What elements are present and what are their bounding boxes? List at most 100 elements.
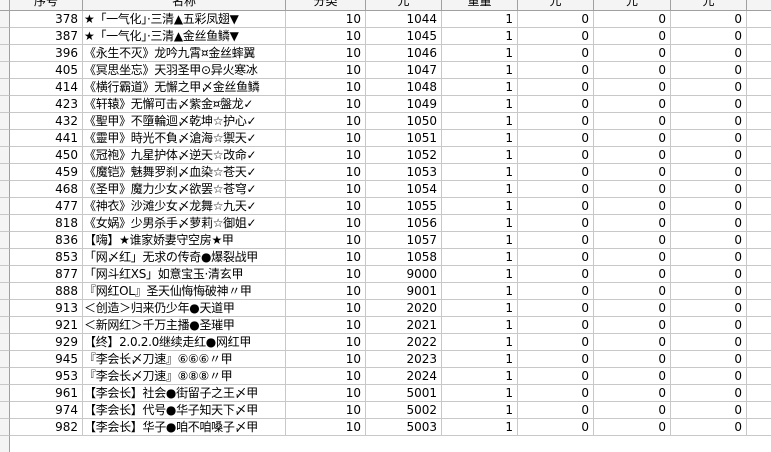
cell-col-4[interactable]: 0 (594, 181, 671, 198)
cell-col-4[interactable]: 0 (594, 11, 671, 28)
cell-col-5[interactable]: 0 (671, 334, 747, 351)
cell-seq[interactable]: 961 (10, 385, 83, 402)
cell-col-6[interactable] (747, 283, 771, 300)
cell-col-5[interactable]: 0 (671, 96, 747, 113)
table-row[interactable]: 836 【嗨】★谁家娇妻守空房★甲 10 1057 1 0 0 0 (0, 232, 771, 249)
cell-col-6[interactable] (747, 368, 771, 385)
table-row[interactable]: 423 《轩辕》无懈可击〆紫金¤盤龙✓ 10 1049 1 0 0 0 (0, 96, 771, 113)
cell-weight[interactable]: 1 (442, 62, 518, 79)
cell-name[interactable]: 《横行霸道》无懈之甲〆金丝鱼鳞 (83, 79, 286, 96)
table-row[interactable]: 953 『李会长〆刀速』⑧⑧⑧〃甲 10 2024 1 0 0 0 (0, 368, 771, 385)
cell-seq[interactable]: 477 (10, 198, 83, 215)
cell-class[interactable]: 10 (286, 334, 366, 351)
cell-col-1[interactable]: 1046 (366, 45, 442, 62)
row-indicator[interactable] (0, 317, 10, 334)
cell-name[interactable]: 《冠袍》九星护体〆逆天☆改命✓ (83, 147, 286, 164)
table-row[interactable]: 441 《靈甲》時光不負〆滄海☆禦天✓ 10 1051 1 0 0 0 (0, 130, 771, 147)
table-row[interactable]: 929 【终】2.0.2.0继续走红●网红甲 10 2022 1 0 0 0 (0, 334, 771, 351)
cell-col-6[interactable] (747, 79, 771, 96)
cell-name[interactable]: 《圣甲》魔力少女〆欲罢☆苍穹✓ (83, 181, 286, 198)
table-row[interactable]: 432 《聖甲》不墮輪迴〆乾坤☆护心✓ 10 1050 1 0 0 0 (0, 113, 771, 130)
cell-name[interactable]: 《靈甲》時光不負〆滄海☆禦天✓ (83, 130, 286, 147)
cell-name[interactable]: 【李会长】华子●咱不咱嗓子〆甲 (83, 419, 286, 436)
cell-col-6[interactable] (747, 130, 771, 147)
cell-name[interactable]: 『网红OL』圣天仙悔悔破神〃甲 (83, 283, 286, 300)
cell-col-3[interactable]: 0 (518, 334, 594, 351)
row-indicator[interactable] (0, 351, 10, 368)
cell-col-3[interactable]: 0 (518, 198, 594, 215)
cell-col-6[interactable] (747, 351, 771, 368)
header-name[interactable]: 名称 (83, 0, 286, 11)
cell-col-4[interactable]: 0 (594, 300, 671, 317)
cell-weight[interactable]: 1 (442, 45, 518, 62)
cell-col-1[interactable]: 1048 (366, 79, 442, 96)
cell-class[interactable]: 10 (286, 215, 366, 232)
cell-weight[interactable]: 1 (442, 198, 518, 215)
cell-weight[interactable]: 1 (442, 300, 518, 317)
cell-col-5[interactable]: 0 (671, 419, 747, 436)
cell-col-4[interactable]: 0 (594, 232, 671, 249)
cell-name[interactable]: 「网〆红」无求の传奇●爆裂战甲 (83, 249, 286, 266)
cell-col-5[interactable]: 0 (671, 266, 747, 283)
cell-name[interactable]: ＜新网红＞千万主播●圣璀甲 (83, 317, 286, 334)
header-col-4[interactable]: 元 (594, 0, 671, 11)
table-row[interactable]: 450 《冠袍》九星护体〆逆天☆改命✓ 10 1052 1 0 0 0 (0, 147, 771, 164)
cell-weight[interactable]: 1 (442, 351, 518, 368)
cell-col-4[interactable]: 0 (594, 402, 671, 419)
row-indicator[interactable] (0, 181, 10, 198)
cell-col-6[interactable] (747, 198, 771, 215)
row-indicator[interactable] (0, 402, 10, 419)
row-indicator[interactable] (0, 385, 10, 402)
cell-col-5[interactable]: 0 (671, 147, 747, 164)
table-row[interactable]: 974 【李会长】代号●华子知天下〆甲 10 5002 1 0 0 0 (0, 402, 771, 419)
cell-col-5[interactable]: 0 (671, 249, 747, 266)
cell-weight[interactable]: 1 (442, 402, 518, 419)
cell-seq[interactable]: 888 (10, 283, 83, 300)
cell-col-4[interactable]: 0 (594, 317, 671, 334)
header-class[interactable]: 分类 (286, 0, 366, 11)
row-indicator[interactable] (0, 62, 10, 79)
row-indicator[interactable] (0, 45, 10, 62)
cell-class[interactable]: 10 (286, 79, 366, 96)
cell-col-1[interactable]: 1045 (366, 28, 442, 45)
cell-col-4[interactable]: 0 (594, 113, 671, 130)
cell-col-6[interactable] (747, 181, 771, 198)
cell-col-6[interactable] (747, 334, 771, 351)
cell-col-1[interactable]: 1051 (366, 130, 442, 147)
cell-col-3[interactable]: 0 (518, 164, 594, 181)
cell-col-1[interactable]: 9001 (366, 283, 442, 300)
cell-weight[interactable]: 1 (442, 249, 518, 266)
cell-col-5[interactable]: 0 (671, 45, 747, 62)
cell-col-5[interactable]: 0 (671, 79, 747, 96)
cell-seq[interactable]: 414 (10, 79, 83, 96)
row-indicator[interactable] (0, 283, 10, 300)
header-col-3[interactable]: 元 (518, 0, 594, 11)
cell-class[interactable]: 10 (286, 266, 366, 283)
row-indicator[interactable] (0, 198, 10, 215)
cell-col-6[interactable] (747, 215, 771, 232)
cell-col-3[interactable]: 0 (518, 385, 594, 402)
cell-name[interactable]: 《聖甲》不墮輪迴〆乾坤☆护心✓ (83, 113, 286, 130)
cell-col-1[interactable]: 1057 (366, 232, 442, 249)
cell-name[interactable]: ★「一气化」·三清▲金丝鱼鳞▼ (83, 28, 286, 45)
table-row[interactable]: 405 《冥思坐忘》天羽圣甲⊙异火寒冰 10 1047 1 0 0 0 (0, 62, 771, 79)
cell-seq[interactable]: 396 (10, 45, 83, 62)
cell-col-1[interactable]: 2023 (366, 351, 442, 368)
cell-col-4[interactable]: 0 (594, 351, 671, 368)
cell-name[interactable]: 《女娲》少男杀手〆萝莉☆御姐✓ (83, 215, 286, 232)
cell-col-4[interactable]: 0 (594, 45, 671, 62)
cell-class[interactable]: 10 (286, 147, 366, 164)
cell-col-1[interactable]: 2020 (366, 300, 442, 317)
cell-col-5[interactable]: 0 (671, 130, 747, 147)
cell-seq[interactable]: 836 (10, 232, 83, 249)
cell-weight[interactable]: 1 (442, 130, 518, 147)
cell-col-6[interactable] (747, 11, 771, 28)
table-row[interactable]: 477 《神衣》沙滩少女〆龙舞☆九天✓ 10 1055 1 0 0 0 (0, 198, 771, 215)
cell-name[interactable]: 【终】2.0.2.0继续走红●网红甲 (83, 334, 286, 351)
cell-col-5[interactable]: 0 (671, 181, 747, 198)
cell-col-5[interactable]: 0 (671, 232, 747, 249)
cell-col-4[interactable]: 0 (594, 385, 671, 402)
cell-col-6[interactable] (747, 164, 771, 181)
cell-col-6[interactable] (747, 147, 771, 164)
cell-col-6[interactable] (747, 28, 771, 45)
